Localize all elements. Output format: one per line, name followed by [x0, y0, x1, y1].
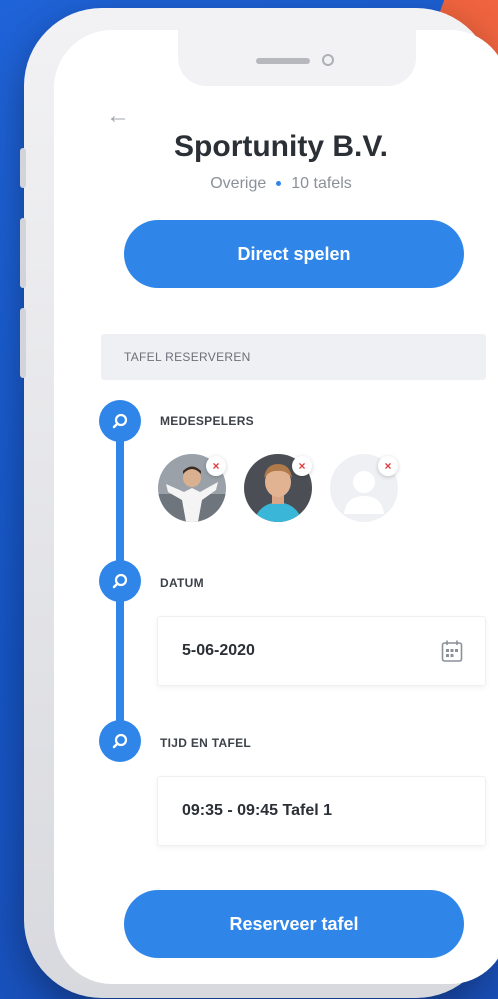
direct-play-button[interactable]: Direct spelen — [124, 220, 464, 288]
step-label-date: DATUM — [160, 576, 204, 590]
mute-switch — [20, 148, 26, 188]
venue-table-count: 10 tafels — [291, 175, 352, 192]
section-header-reservation: TAFEL RESERVEREN — [101, 334, 486, 380]
close-icon[interactable]: × — [292, 456, 312, 476]
reserve-table-button[interactable]: Reserveer tafel — [124, 890, 464, 958]
speaker — [256, 58, 310, 64]
search-icon — [112, 573, 128, 589]
arrow-left-icon[interactable]: ← — [106, 102, 130, 130]
step-label-players: MEDESPELERS — [160, 414, 254, 428]
step-dot-date — [99, 560, 141, 602]
step-dot-time — [99, 720, 141, 762]
camera — [322, 54, 334, 66]
separator-dot — [276, 181, 282, 187]
step-dot-players — [99, 400, 141, 442]
calendar-icon[interactable] — [441, 639, 463, 663]
close-icon[interactable]: × — [378, 456, 398, 476]
app-screen: ← Sportunity B.V. Overige 10 tafels Direc… — [54, 30, 498, 984]
search-icon — [112, 733, 128, 749]
volume-down-button — [20, 308, 26, 378]
close-icon[interactable]: × — [206, 456, 226, 476]
time-table-field[interactable]: 09:35 - 09:45 Tafel 1 — [157, 776, 486, 846]
page-title: Sportunity B.V. — [174, 130, 388, 163]
search-icon — [112, 413, 128, 429]
phone-notch — [178, 30, 416, 86]
volume-up-button — [20, 218, 26, 288]
date-value: 5-06-2020 — [182, 642, 255, 659]
phone-frame: ← Sportunity B.V. Overige 10 tafels Direc… — [20, 8, 498, 998]
venue-category: Overige — [210, 175, 267, 192]
step-label-time: TIJD EN TAFEL — [160, 736, 252, 750]
venue-info: Overige 10 tafels — [54, 175, 498, 193]
date-field[interactable]: 5-06-2020 — [157, 616, 486, 686]
